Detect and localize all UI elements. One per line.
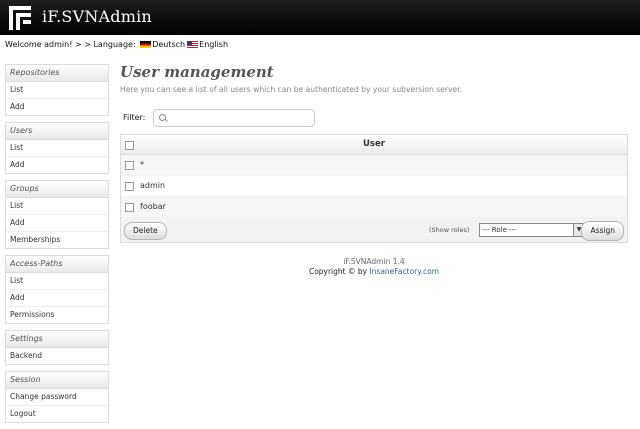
logo-icon: [9, 6, 31, 30]
english-flag-icon[interactable]: [187, 41, 199, 48]
role-select-value: --- Role ---: [482, 226, 517, 234]
menu-title-repositories: Repositories: [6, 65, 108, 82]
column-header-user: User: [363, 139, 385, 149]
menu-item-users-list[interactable]: List: [6, 140, 108, 157]
insanefactory-link[interactable]: InsaneFactory.com: [369, 267, 439, 276]
menu-title-access-paths: Access-Paths: [6, 256, 108, 273]
menu-group-settings: Settings Backend: [5, 330, 109, 365]
user-table: User * admin foobar Delete (Show roles) …: [120, 134, 628, 243]
language-deutsch-link[interactable]: Deutsch: [152, 40, 185, 49]
filter-row: Filter:: [123, 109, 315, 127]
menu-item-repositories-list[interactable]: List: [6, 82, 108, 99]
menu-title-groups: Groups: [6, 181, 108, 198]
user-name[interactable]: *: [140, 155, 144, 175]
menu-item-groups-add[interactable]: Add: [6, 215, 108, 232]
menu-item-access-paths-permissions[interactable]: Permissions: [6, 307, 108, 323]
menu-item-logout[interactable]: Logout: [6, 406, 108, 422]
table-header: User: [121, 135, 627, 155]
language-label: Language:: [93, 40, 136, 49]
menu-item-access-paths-add[interactable]: Add: [6, 290, 108, 307]
menu-title-users: Users: [6, 123, 108, 140]
show-roles-link[interactable]: (Show roles): [429, 226, 469, 234]
menu-title-settings: Settings: [6, 331, 108, 348]
menu-item-settings-backend[interactable]: Backend: [6, 348, 108, 364]
welcome-text: Welcome admin!: [5, 40, 73, 49]
menu-item-groups-memberships[interactable]: Memberships: [6, 232, 108, 248]
footer: iF.SVNAdmin 1.4 Copyright © by InsaneFac…: [120, 257, 628, 277]
app-title: iF.SVNAdmin: [42, 7, 152, 26]
row-checkbox[interactable]: [125, 161, 134, 170]
table-row: foobar: [121, 197, 627, 218]
user-name[interactable]: admin: [140, 176, 165, 196]
menu-item-repositories-add[interactable]: Add: [6, 99, 108, 115]
menu-title-session: Session: [6, 372, 108, 389]
filter-label: Filter:: [123, 113, 146, 122]
menu-group-groups: Groups List Add Memberships: [5, 180, 109, 249]
search-icon: [159, 114, 166, 121]
footer-copyright: Copyright © by InsaneFactory.com: [120, 267, 628, 277]
copyright-text: Copyright © by: [308, 267, 370, 276]
row-checkbox[interactable]: [125, 203, 134, 212]
sidebar: Repositories List Add Users List Add Gro…: [5, 64, 109, 429]
page-description: Here you can see a list of all users whi…: [120, 85, 462, 94]
table-actions: Delete (Show roles) --- Role --- ▼ Assig…: [121, 218, 627, 242]
language-english-link[interactable]: English: [199, 40, 228, 49]
menu-item-access-paths-list[interactable]: List: [6, 273, 108, 290]
table-row: *: [121, 155, 627, 176]
assign-button[interactable]: Assign: [581, 221, 624, 241]
menu-item-change-password[interactable]: Change password: [6, 389, 108, 406]
menu-group-users: Users List Add: [5, 122, 109, 174]
footer-version: iF.SVNAdmin 1.4: [343, 257, 405, 266]
main-content: User management Here you can see a list …: [120, 62, 628, 276]
german-flag-icon[interactable]: [140, 41, 152, 48]
menu-group-repositories: Repositories List Add: [5, 64, 109, 116]
topbar: Welcome admin! > > Language: Deutsch Engl…: [5, 40, 228, 49]
breadcrumb-separator: > >: [72, 40, 94, 49]
row-checkbox[interactable]: [125, 182, 134, 191]
delete-button[interactable]: Delete: [124, 222, 167, 240]
menu-item-groups-list[interactable]: List: [6, 198, 108, 215]
table-row: admin: [121, 176, 627, 197]
page-title: User management: [120, 63, 274, 81]
menu-group-session: Session Change password Logout: [5, 371, 109, 423]
role-select[interactable]: --- Role --- ▼: [479, 223, 585, 237]
user-name[interactable]: foobar: [140, 197, 166, 217]
filter-input[interactable]: [153, 109, 315, 127]
menu-group-access-paths: Access-Paths List Add Permissions: [5, 255, 109, 324]
app-header: iF.SVNAdmin: [0, 0, 640, 35]
menu-item-users-add[interactable]: Add: [6, 157, 108, 173]
